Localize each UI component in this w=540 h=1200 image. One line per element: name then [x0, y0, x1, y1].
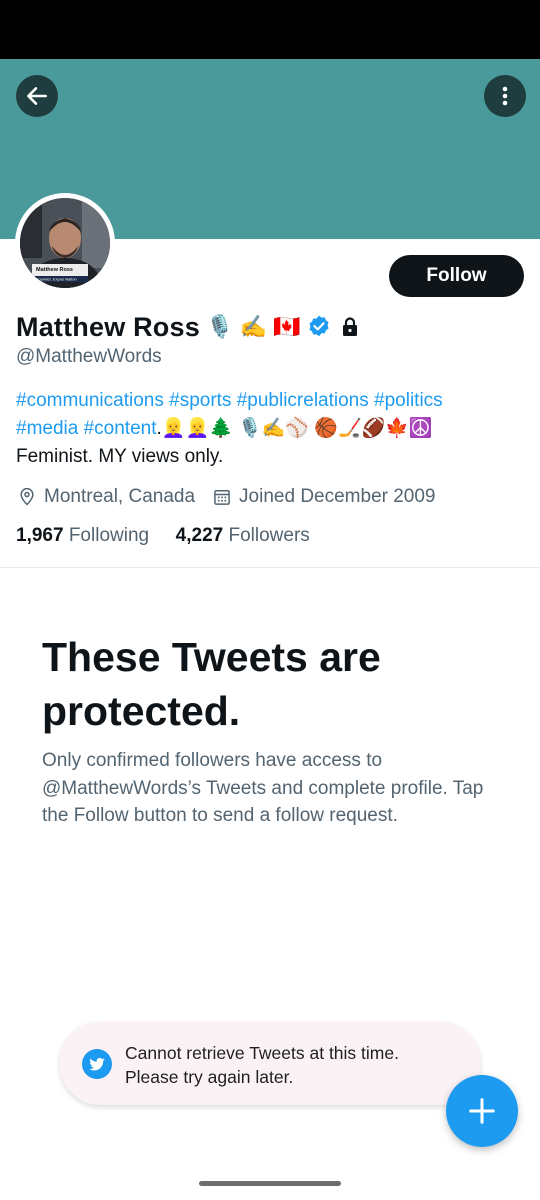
- bio-hashtag-link[interactable]: #content: [84, 418, 157, 439]
- toast-line-2: Please try again later.: [125, 1067, 294, 1087]
- home-indicator[interactable]: [199, 1181, 341, 1186]
- arrow-left-icon: [27, 87, 47, 105]
- toast-message: Cannot retrieve Tweets at this time. Ple…: [125, 1041, 399, 1089]
- bio-hashtag-link[interactable]: #communications: [16, 390, 164, 411]
- followers-link[interactable]: 4,227 Followers: [176, 525, 310, 546]
- profile-handle: @MatthewWords: [16, 346, 162, 367]
- bio-hashtag-link[interactable]: #media: [16, 418, 78, 439]
- bio-line-2: #media #content.👱‍♀️👱‍♀️🌲 🎙️✍️⚾️ 🏀🏒🏈🍁☮️: [16, 415, 526, 443]
- verified-badge-icon: [309, 315, 329, 337]
- back-button[interactable]: [16, 75, 58, 117]
- follow-counts: 1,967 Following 4,227 Followers: [16, 525, 310, 547]
- joined-text: Joined December 2009: [239, 486, 436, 507]
- twitter-bird-icon: [82, 1049, 112, 1079]
- bio-hashtag-link[interactable]: #politics: [374, 390, 443, 411]
- calendar-icon: [211, 486, 233, 508]
- bio-hashtag-link[interactable]: #sports: [169, 390, 231, 411]
- toast-line-1: Cannot retrieve Tweets at this time.: [125, 1043, 399, 1063]
- following-label: Following: [68, 525, 150, 546]
- avatar-caption-sub: Founder, Expos Nation: [36, 277, 77, 282]
- profile-name-row: Matthew Ross 🎙️ ✍️ 🇨🇦: [16, 307, 362, 347]
- avatar[interactable]: Matthew Ross Founder, Expos Nation: [15, 193, 115, 293]
- divider: [0, 567, 540, 568]
- status-bar: [0, 0, 540, 59]
- followers-count: 4,227: [175, 525, 224, 546]
- bio-hashtag-link[interactable]: #publicrelations: [237, 390, 369, 411]
- lock-icon: [343, 317, 358, 336]
- protected-body: Only confirmed followers have access to …: [42, 750, 484, 826]
- follow-button[interactable]: Follow: [389, 255, 524, 297]
- plus-icon: [469, 1098, 495, 1124]
- error-toast: Cannot retrieve Tweets at this time. Ple…: [60, 1022, 480, 1105]
- more-options-button[interactable]: [484, 75, 526, 117]
- following-link[interactable]: 1,967 Following: [16, 525, 149, 546]
- profile-bio: #communications #sports #publicrelations…: [16, 387, 526, 471]
- more-vertical-icon: [502, 86, 508, 106]
- location-pin-icon: [16, 486, 38, 508]
- profile-name-emojis: 🎙️ ✍️ 🇨🇦: [205, 314, 301, 339]
- profile-name: Matthew Ross: [16, 311, 200, 342]
- location-text: Montreal, Canada: [44, 486, 196, 507]
- avatar-caption-name: Matthew Ross: [36, 267, 73, 273]
- bio-line-1: #communications #sports #publicrelations…: [16, 387, 526, 415]
- bio-text: .👱‍♀️👱‍♀️🌲 🎙️✍️⚾️ 🏀🏒🏈🍁☮️: [156, 418, 433, 439]
- bio-line-3: Feminist. MY views only.: [16, 446, 224, 467]
- compose-tweet-button[interactable]: [446, 1075, 518, 1147]
- protected-title: These Tweets are protected.: [42, 634, 381, 734]
- following-count: 1,967: [16, 525, 64, 546]
- followers-label: Followers: [228, 525, 310, 546]
- avatar-photo: Matthew Ross Founder, Expos Nation: [20, 198, 110, 288]
- profile-meta: Montreal, Canada Joined December 2009: [16, 483, 436, 511]
